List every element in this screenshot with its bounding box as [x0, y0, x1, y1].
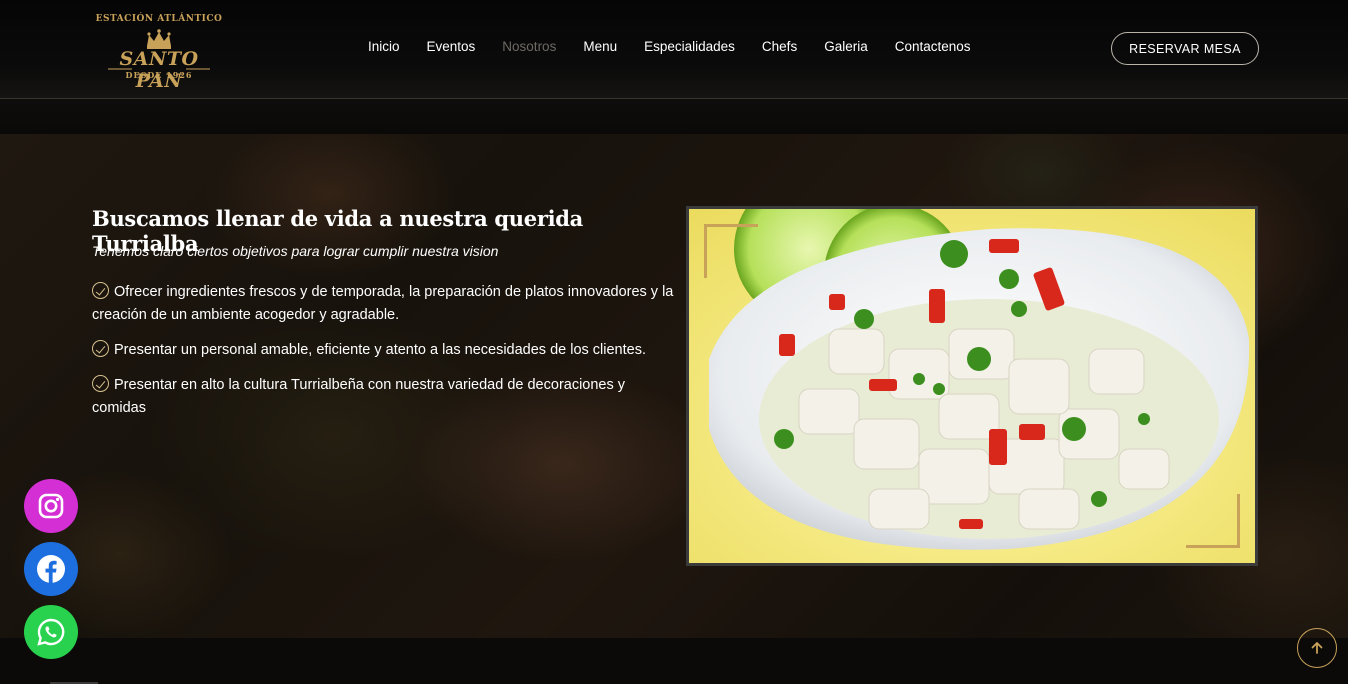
- objective-text: Presentar en alto la cultura Turrialbeña…: [92, 377, 626, 416]
- list-item: Presentar un personal amable, eficiente …: [92, 339, 677, 362]
- instagram-button[interactable]: [24, 479, 78, 533]
- facebook-icon: [37, 555, 65, 583]
- objectives-list: Ofrecer ingredientes frescos y de tempor…: [92, 281, 677, 432]
- check-circle-icon: [92, 340, 109, 357]
- nav-chefs[interactable]: Chefs: [762, 39, 797, 54]
- footer-band: [0, 638, 1348, 684]
- nav-eventos[interactable]: Eventos: [427, 39, 476, 54]
- nav-menu[interactable]: Menu: [583, 39, 617, 54]
- facebook-button[interactable]: [24, 542, 78, 596]
- ceviche-image: [689, 209, 1255, 563]
- brand-logo[interactable]: ESTACIÓN ATLÁNTICO SANTO PAN DESDE 1926: [94, 14, 224, 92]
- instagram-icon: [38, 493, 64, 519]
- whatsapp-button[interactable]: [24, 605, 78, 659]
- nav-contactenos[interactable]: Contactenos: [895, 39, 971, 54]
- objective-text: Presentar un personal amable, eficiente …: [114, 342, 646, 358]
- nav-galeria[interactable]: Galeria: [824, 39, 868, 54]
- arrow-up-icon: [1311, 642, 1323, 654]
- photo-frame-corner-top-left: [704, 224, 758, 278]
- about-section: Buscamos llenar de vida a nuestra querid…: [0, 134, 1348, 638]
- check-circle-icon: [92, 375, 109, 392]
- objective-text: Ofrecer ingredientes frescos y de tempor…: [92, 284, 674, 323]
- logo-since: DESDE 1926: [125, 70, 193, 80]
- nav-especialidades[interactable]: Especialidades: [644, 39, 735, 54]
- main-nav: Inicio Eventos Nosotros Menu Especialida…: [368, 39, 998, 54]
- list-item: Presentar en alto la cultura Turrialbeña…: [92, 374, 677, 420]
- whatsapp-icon: [37, 618, 65, 646]
- reserve-table-button[interactable]: RESERVAR MESA: [1111, 32, 1259, 65]
- check-circle-icon: [92, 282, 109, 299]
- nav-inicio[interactable]: Inicio: [368, 39, 400, 54]
- site-header: ESTACIÓN ATLÁNTICO SANTO PAN DESDE 1926 …: [0, 0, 1348, 99]
- nav-nosotros[interactable]: Nosotros: [502, 39, 556, 54]
- back-to-top-button[interactable]: [1297, 628, 1337, 668]
- header-divider-strip: [0, 99, 1348, 134]
- logo-arc-text: ESTACIÓN ATLÁNTICO: [95, 14, 223, 24]
- list-item: Ofrecer ingredientes frescos y de tempor…: [92, 281, 677, 327]
- photo-frame-corner-bottom-right: [1186, 494, 1240, 548]
- about-subtitle: Tenemos claro ciertos objetivos para log…: [92, 243, 499, 259]
- ceviche-photo: [686, 206, 1258, 566]
